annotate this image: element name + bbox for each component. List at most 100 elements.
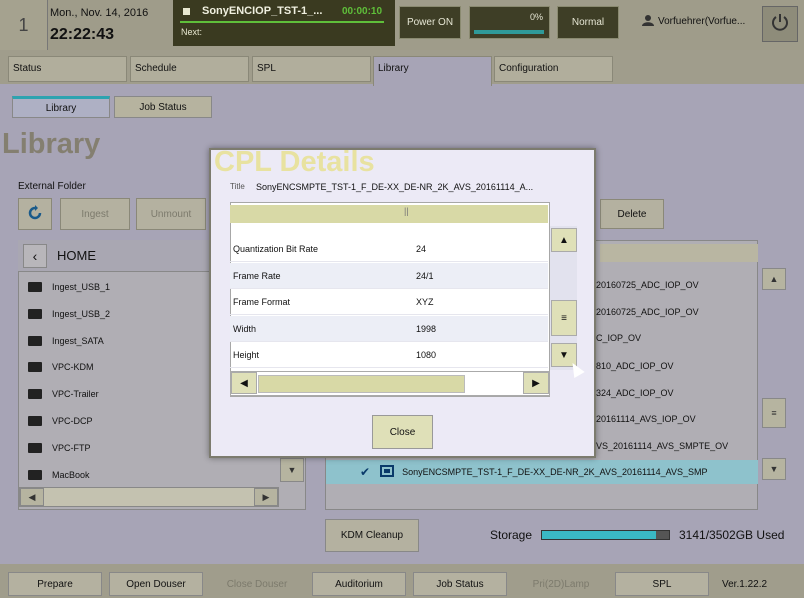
cpl-row[interactable]: 324_ADC_IOP_OV	[596, 383, 674, 403]
tab-status[interactable]: Status	[8, 56, 127, 82]
power-on-button[interactable]: Power ON	[399, 6, 461, 39]
chevron-left-icon: ‹	[32, 247, 38, 264]
subtab-job-status[interactable]: Job Status	[114, 96, 212, 118]
dialog-title: CPL Details	[214, 146, 375, 178]
folder-icon	[28, 336, 42, 346]
folder-icon	[28, 362, 42, 372]
next-label: Next:	[181, 27, 203, 37]
details-key: Height	[233, 349, 260, 360]
details-value: 1998	[416, 323, 437, 334]
triangle-right-icon: ▶	[262, 491, 270, 502]
version-label: Ver.1.22.2	[722, 579, 768, 590]
close-button[interactable]: Close	[372, 415, 433, 449]
refresh-button[interactable]	[18, 198, 52, 230]
refresh-icon	[27, 204, 43, 224]
storage-bar	[541, 530, 670, 540]
pri-lamp-button[interactable]: Pri(2D)Lamp	[514, 572, 608, 596]
checkmark-icon: ✔	[360, 465, 371, 479]
ingest-button[interactable]: Ingest	[60, 198, 130, 230]
kdm-cleanup-button[interactable]: KDM Cleanup	[325, 519, 419, 552]
details-key: Quantization Bit Rate	[233, 243, 319, 254]
tab-configuration[interactable]: Configuration	[494, 56, 613, 82]
folder-item[interactable]: Ingest_USB_1	[28, 277, 110, 297]
details-key: Frame Format	[233, 296, 291, 307]
back-button[interactable]: ‹	[23, 243, 47, 268]
triangle-up-icon: ▲	[769, 274, 779, 284]
cpl-row[interactable]: 20160725_ADC_IOP_OV	[596, 302, 699, 322]
details-value: XYZ	[416, 296, 434, 307]
stop-icon	[183, 8, 190, 15]
folder-hscrollbar[interactable]	[19, 487, 279, 507]
job-status-button[interactable]: Job Status	[413, 572, 507, 596]
close-douser-button[interactable]: Close Douser	[210, 572, 304, 596]
tab-schedule[interactable]: Schedule	[130, 56, 249, 82]
folder-item[interactable]: VPC-FTP	[28, 438, 91, 458]
screen-index: 1	[0, 0, 48, 50]
triangle-down-icon: ▼	[287, 465, 297, 475]
playback-progress	[180, 21, 384, 23]
subtab-library[interactable]: Library	[12, 96, 110, 118]
user-menu[interactable]: Vorfuehrer(Vorfue...	[642, 14, 745, 29]
title-field-label: Title	[230, 182, 245, 191]
cpl-row[interactable]: 810_ADC_IOP_OV	[596, 356, 674, 376]
folder-icon	[28, 470, 42, 480]
playback-title: SonyENCIOP_TST-1_...	[202, 5, 323, 17]
mode-button[interactable]: Normal	[557, 6, 619, 39]
cpl-row[interactable]: 20160725_ADC_IOP_OV	[596, 275, 699, 295]
page-title: Library	[2, 128, 101, 160]
folder-item[interactable]: Ingest_SATA	[28, 331, 104, 351]
folder-scroll-left-button[interactable]: ◀	[20, 488, 44, 506]
column-resize-handle[interactable]: ||	[404, 206, 410, 222]
details-key: Frame Rate	[233, 270, 281, 281]
cpl-scroll-thumb[interactable]: ≡	[762, 398, 786, 428]
details-scroll-up-button[interactable]: ▲	[551, 228, 577, 252]
folder-label: VPC-Trailer	[52, 389, 99, 399]
folder-item[interactable]: VPC-Trailer	[28, 384, 99, 404]
folder-label: Ingest_USB_1	[52, 282, 111, 292]
unmount-button[interactable]: Unmount	[136, 198, 206, 230]
folder-icon	[28, 443, 42, 453]
details-row: Frame Rate 24/1	[230, 263, 548, 289]
grip-icon: ≡	[561, 312, 567, 324]
details-scroll-left-button[interactable]: ◀	[231, 372, 257, 394]
cpl-row[interactable]: 20161114_AVS_IOP_OV	[596, 409, 696, 429]
tab-spl[interactable]: SPL	[252, 56, 371, 82]
auditorium-button[interactable]: Auditorium	[312, 572, 406, 596]
folder-label: MacBook	[52, 470, 90, 480]
triangle-left-icon: ◀	[28, 491, 36, 502]
folder-label: Ingest_SATA	[52, 336, 104, 346]
cpl-row[interactable]: C_IOP_OV	[596, 328, 641, 348]
folder-scroll-down-button[interactable]: ▼	[280, 458, 304, 482]
folder-item[interactable]: VPC-KDM	[28, 357, 94, 377]
cpl-scroll-up-button[interactable]: ▲	[762, 268, 786, 290]
details-row: Frame Format XYZ	[230, 289, 548, 315]
folder-item[interactable]: VPC-DCP	[28, 411, 93, 431]
title-field-value: SonyENCSMPTE_TST-1_F_DE-XX_DE-NR_2K_AVS_…	[256, 182, 534, 192]
details-key: Width	[233, 323, 257, 334]
details-value: 24	[416, 243, 427, 254]
folder-item[interactable]: Ingest_USB_2	[28, 304, 110, 324]
cpl-row[interactable]: VS_20161114_AVS_SMPTE_OV	[596, 436, 728, 456]
storage-label: Storage	[490, 528, 533, 542]
spl-button[interactable]: SPL	[615, 572, 709, 596]
open-douser-button[interactable]: Open Douser	[109, 572, 203, 596]
cpl-scroll-down-button[interactable]: ▼	[762, 458, 786, 480]
details-row: Height 1080	[230, 342, 548, 368]
details-scroll-right-button[interactable]: ▶	[523, 372, 549, 394]
cpl-row-label: SonyENCSMPTE_TST-1_F_DE-XX_DE-NR_2K_AVS_…	[402, 467, 708, 477]
power-button[interactable]	[762, 6, 798, 42]
folder-item[interactable]: MacBook	[28, 465, 90, 485]
triangle-left-icon: ◀	[240, 377, 248, 389]
cpl-row-selected[interactable]: ✔ SonyENCSMPTE_TST-1_F_DE-XX_DE-NR_2K_AV…	[326, 460, 758, 484]
details-hscroll-thumb[interactable]	[258, 375, 465, 393]
date-label: Mon., Nov. 14, 2016	[50, 7, 149, 19]
folder-label: VPC-DCP	[52, 416, 93, 426]
folder-label: VPC-KDM	[52, 362, 94, 372]
progress-bar	[474, 30, 544, 34]
delete-button[interactable]: Delete	[600, 199, 664, 229]
details-scroll-thumb[interactable]: ≡	[551, 300, 577, 336]
tab-library[interactable]: Library	[373, 56, 492, 86]
folder-scroll-right-button[interactable]: ▶	[254, 488, 278, 506]
prepare-button[interactable]: Prepare	[8, 572, 102, 596]
playback-timer: 00:00:10	[342, 6, 383, 17]
